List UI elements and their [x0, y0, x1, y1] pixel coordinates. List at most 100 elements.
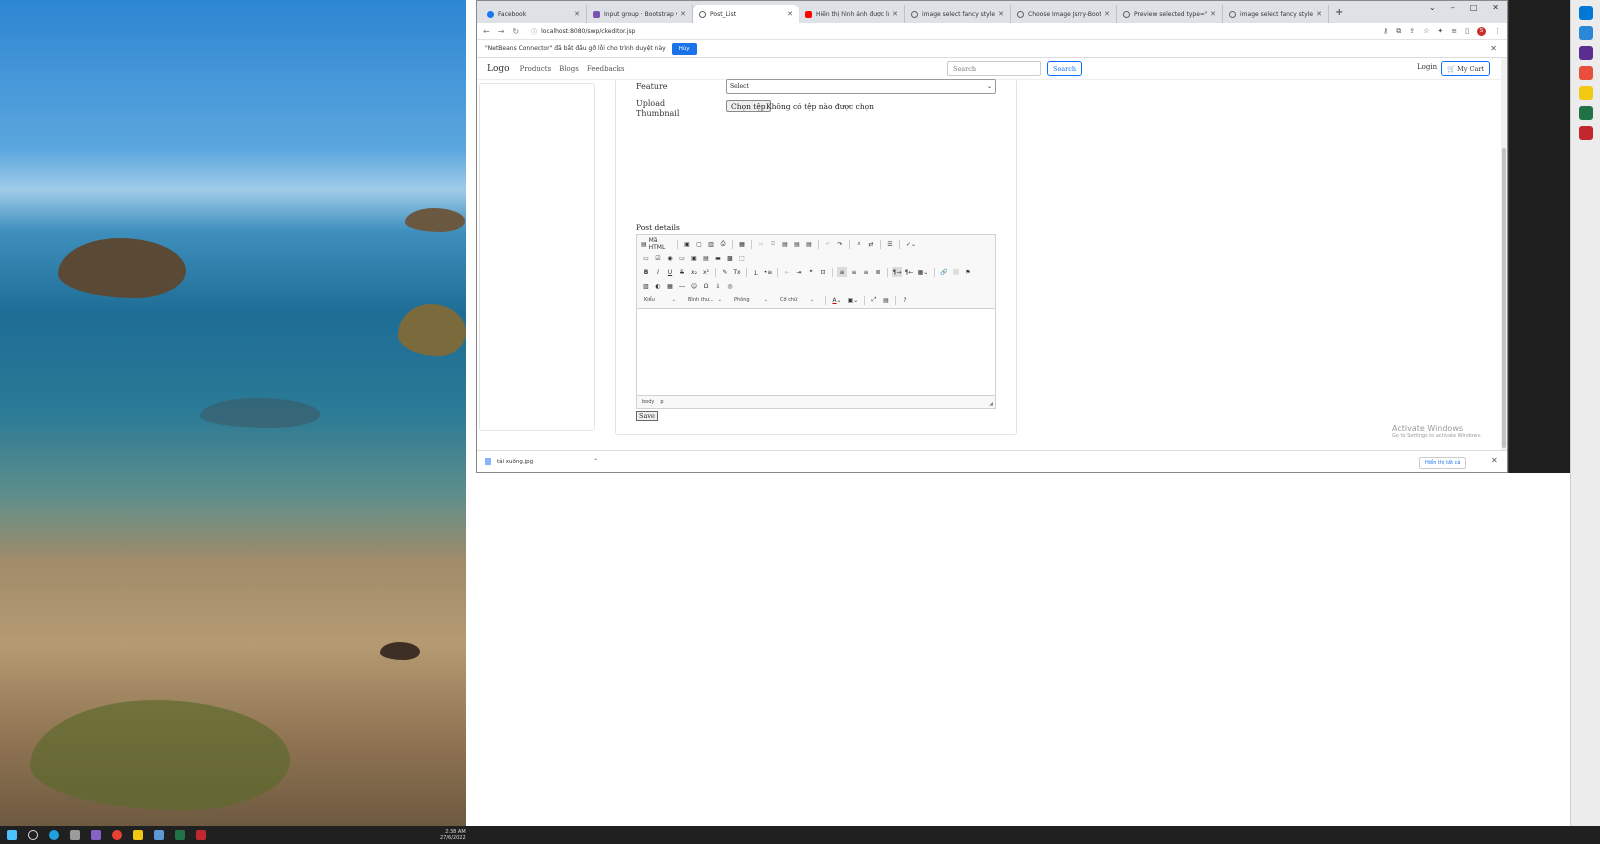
styles-combo[interactable]: Kiểu ⌄ — [641, 295, 679, 306]
browser-tab-active[interactable]: Post_List ✕ — [693, 5, 799, 23]
site-logo[interactable]: Logo — [487, 64, 510, 74]
indent-icon[interactable]: ⇥ — [794, 267, 804, 277]
textarea-icon[interactable]: ▣ — [689, 253, 699, 263]
app-icon[interactable] — [150, 826, 168, 844]
table-icon[interactable]: ▦ — [665, 281, 675, 291]
blockquote-icon[interactable]: ❝ — [806, 267, 816, 277]
save-button[interactable]: Save — [636, 411, 658, 421]
close-icon[interactable]: ✕ — [680, 10, 686, 18]
address-bar[interactable]: ⓘ localhost:8080/swp/ckeditor.jsp — [527, 25, 1375, 38]
taskbar-clock[interactable]: 2:38 AM 27/6/2022 — [440, 829, 466, 841]
cart-button[interactable]: 🛒 My Cart — [1441, 61, 1491, 76]
app-icon[interactable] — [1578, 106, 1593, 120]
align-left-icon[interactable]: ≡ — [837, 267, 847, 277]
numbered-list-icon[interactable]: ⒈ — [751, 267, 761, 277]
excel-icon[interactable] — [171, 826, 189, 844]
app-icon[interactable] — [1578, 126, 1593, 140]
close-icon[interactable]: ✕ — [1104, 10, 1110, 18]
show-blocks-icon[interactable]: ▤ — [881, 295, 891, 305]
help-icon[interactable]: ? — [900, 295, 910, 305]
image-button-icon[interactable]: ▩ — [725, 253, 735, 263]
app-icon[interactable] — [1578, 26, 1593, 40]
source-button[interactable]: ▤ Mã HTML — [641, 237, 673, 251]
format-combo[interactable]: Bình thư... ⌄ — [685, 295, 725, 306]
textfield-icon[interactable]: ▭ — [677, 253, 687, 263]
media-icon[interactable]: ≡ — [1451, 27, 1457, 35]
app-icon[interactable] — [1578, 86, 1593, 100]
app-icon[interactable] — [1578, 6, 1593, 20]
chrome-icon[interactable] — [108, 826, 126, 844]
file-explorer-icon[interactable] — [129, 826, 147, 844]
profile-avatar[interactable]: S — [1477, 26, 1486, 36]
bulleted-list-icon[interactable]: •≡ — [763, 267, 773, 277]
paste-icon[interactable]: ▤ — [780, 239, 790, 249]
resize-handle-icon[interactable]: ◢ — [989, 401, 993, 407]
new-page-icon[interactable]: ▢ — [694, 239, 704, 249]
close-icon[interactable]: ✕ — [1210, 10, 1216, 18]
select-field-icon[interactable]: ▤ — [701, 253, 711, 263]
browser-tab[interactable]: Choose Image Jsrry-Bootstrap ✕ — [1011, 5, 1117, 23]
save-icon[interactable]: ▣ — [682, 239, 692, 249]
show-all-downloads-button[interactable]: Hiển thị tất cả — [1419, 457, 1467, 469]
radio-icon[interactable]: ◉ — [665, 253, 675, 263]
star-icon[interactable]: ☆ — [1423, 27, 1429, 35]
translate-icon[interactable]: ⧉ — [1396, 27, 1401, 36]
browser-tab[interactable]: image select fancy style ✕ — [1223, 5, 1329, 23]
search-input[interactable]: Search — [947, 61, 1041, 76]
key-icon[interactable]: ⚷ — [1383, 27, 1388, 35]
close-icon[interactable]: ✕ — [574, 10, 580, 18]
start-button[interactable] — [3, 826, 21, 844]
nav-link-feedbacks[interactable]: Feedbacks — [587, 65, 625, 73]
browser-tab[interactable]: Facebook ✕ — [481, 5, 587, 23]
feature-select[interactable]: Select ⌄ — [726, 79, 996, 94]
search-button[interactable]: Search — [1047, 61, 1083, 76]
new-tab-button[interactable]: + — [1335, 7, 1343, 18]
outdent-icon[interactable]: ⇤ — [782, 267, 792, 277]
maximize-button[interactable]: □ — [1470, 3, 1478, 12]
browser-tab[interactable]: image select fancy style ✕ — [905, 5, 1011, 23]
reload-button[interactable]: ↻ — [512, 27, 519, 36]
language-icon[interactable]: ▦⌄ — [916, 267, 930, 277]
bg-color-icon[interactable]: ▣⌄ — [846, 295, 860, 305]
justify-icon[interactable]: ≣ — [873, 267, 883, 277]
info-icon[interactable]: ⓘ — [531, 27, 537, 36]
superscript-icon[interactable]: x² — [701, 267, 711, 277]
chevron-up-icon[interactable]: ⌃ — [593, 458, 598, 465]
close-icon[interactable]: ✕ — [892, 10, 898, 18]
hidden-field-icon[interactable]: ⬚ — [737, 253, 747, 263]
select-all-icon[interactable]: ☰ — [885, 239, 895, 249]
browser-tab[interactable]: Hiển thị hình ảnh được lựa chọ ✕ — [799, 5, 905, 23]
path-element[interactable]: body — [642, 399, 654, 405]
button-field-icon[interactable]: ▬ — [713, 253, 723, 263]
ltr-icon[interactable]: ¶→ — [892, 267, 902, 277]
unlink-icon[interactable]: ⛓ — [951, 267, 961, 277]
iframe-icon[interactable]: ◎ — [725, 281, 735, 291]
close-icon[interactable]: ✕ — [787, 10, 793, 18]
forward-button[interactable]: → — [498, 27, 505, 36]
undo-icon[interactable]: ↶ — [823, 239, 833, 249]
replace-icon[interactable]: ⇄ — [866, 239, 876, 249]
sidebar-icon[interactable]: ▯ — [1465, 27, 1469, 35]
redo-icon[interactable]: ↷ — [835, 239, 845, 249]
bold-icon[interactable]: B — [641, 267, 651, 277]
editor-content-area[interactable] — [637, 309, 995, 395]
copy-icon[interactable]: ⧉ — [768, 239, 778, 249]
div-container-icon[interactable]: ⊡ — [818, 267, 828, 277]
back-button[interactable]: ← — [483, 27, 490, 36]
find-icon[interactable]: ⌕ — [854, 239, 864, 249]
templates-icon[interactable]: ▦ — [737, 239, 747, 249]
store-icon[interactable] — [66, 826, 84, 844]
paste-text-icon[interactable]: ▤ — [792, 239, 802, 249]
menu-icon[interactable]: ⋮ — [1494, 27, 1501, 35]
download-file-name[interactable]: tải xuống.jpg — [497, 459, 533, 465]
path-element[interactable]: p — [660, 399, 663, 405]
horizontal-line-icon[interactable]: ― — [677, 281, 687, 291]
image-icon[interactable]: ▨ — [641, 281, 651, 291]
app-icon[interactable] — [1578, 46, 1593, 60]
maximize-icon[interactable]: ⤢ — [869, 295, 879, 305]
search-icon[interactable] — [24, 826, 42, 844]
choose-file-button[interactable]: Chọn tệp — [726, 100, 771, 112]
edge-icon[interactable] — [45, 826, 63, 844]
nav-link-products[interactable]: Products — [520, 65, 552, 73]
preview-icon[interactable]: ▥ — [706, 239, 716, 249]
